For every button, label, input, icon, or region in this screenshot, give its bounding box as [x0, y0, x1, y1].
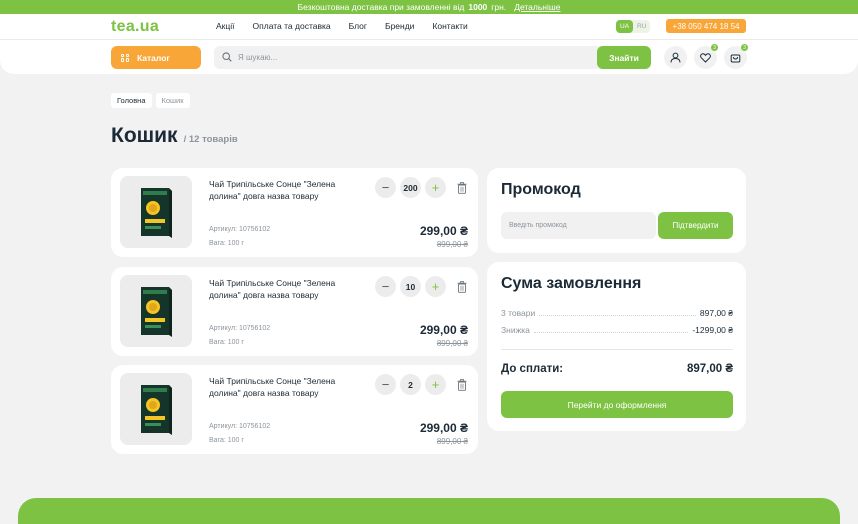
quantity-stepper: − 200 + [375, 177, 446, 198]
product-name[interactable]: Чай Трипільське Сонце "Зелена долина" до… [209, 277, 359, 301]
breadcrumb-home[interactable]: Головна [111, 93, 152, 108]
promo-code-card: Промокод Підтвердити [487, 168, 746, 253]
product-price: 299,00 ₴ [419, 323, 468, 337]
nav-item-brands[interactable]: Бренди [385, 21, 414, 31]
checkout-button[interactable]: Перейти до оформлення [501, 391, 733, 418]
tea-box-image [141, 385, 172, 435]
summary-row-label: Знижка [501, 325, 530, 335]
quantity-stepper: − 2 + [375, 374, 446, 395]
cart-button[interactable]: 3 [724, 44, 748, 69]
increase-button[interactable]: + [425, 177, 446, 198]
summary-row-value: -1299,00 ₴ [692, 325, 733, 335]
account-button[interactable] [664, 46, 687, 69]
promo-code-input[interactable] [501, 212, 656, 239]
product-old-price: 899,00 ₴ [436, 339, 468, 348]
banner-currency: грн. [491, 2, 507, 12]
site-header: tea.ua Акції Оплата та доставка Блог Бре… [0, 14, 858, 74]
decrease-button[interactable]: − [375, 374, 396, 395]
nav-item-payment-delivery[interactable]: Оплата та доставка [253, 21, 331, 31]
trash-icon[interactable] [457, 281, 467, 293]
breadcrumb: Головна Кошик [111, 93, 190, 108]
product-image[interactable] [120, 275, 192, 347]
dotted-leader [533, 332, 689, 333]
promo-title: Промокод [501, 181, 581, 198]
favorites-badge: 3 [711, 44, 718, 51]
catalog-button[interactable]: Каталог [111, 46, 201, 69]
product-image[interactable] [120, 373, 192, 445]
search-input[interactable] [238, 46, 578, 69]
page-title: Кошик [111, 124, 178, 147]
phone-button[interactable]: +38 050 474 18 54 [666, 19, 746, 33]
header-divider [0, 39, 858, 40]
product-name[interactable]: Чай Трипільське Сонце "Зелена долина" до… [209, 375, 359, 399]
quantity-value[interactable]: 200 [400, 177, 421, 198]
increase-button[interactable]: + [425, 276, 446, 297]
breadcrumb-current: Кошик [155, 93, 190, 108]
heart-icon [700, 52, 711, 63]
favorites-button[interactable]: 3 [694, 44, 718, 69]
product-weight: Вага: 100 г [209, 437, 244, 444]
order-summary-card: Сума замовлення 3 товари 897,00 ₴ Знижка… [487, 262, 746, 431]
search-bar: Знайти [214, 46, 651, 69]
product-old-price: 899,00 ₴ [436, 240, 468, 249]
nav-item-promotions[interactable]: Акції [216, 21, 235, 31]
cart-item: Чай Трипільське Сонце "Зелена долина" до… [111, 267, 478, 356]
catalog-label: Каталог [137, 52, 170, 63]
item-count: / 12 товарів [183, 134, 238, 145]
promo-banner: Безкоштовна доставка при замовленні від … [0, 0, 858, 14]
dotted-leader [539, 315, 696, 316]
summary-title: Сума замовлення [501, 275, 642, 292]
logo[interactable]: tea.ua [111, 18, 159, 36]
total-row: До сплати: 897,00 ₴ [501, 363, 733, 375]
page-heading: Кошик / 12 товарів [111, 124, 238, 148]
lang-ru[interactable]: RU [633, 20, 650, 33]
quantity-value[interactable]: 10 [400, 276, 421, 297]
summary-row-label: 3 товари [501, 308, 536, 318]
language-switcher: UA RU [616, 20, 651, 33]
increase-button[interactable]: + [425, 374, 446, 395]
quantity-stepper: − 10 + [375, 276, 446, 297]
product-article: Артикул: 10756102 [209, 226, 271, 233]
summary-row-items: 3 товари 897,00 ₴ [501, 308, 733, 318]
main-nav: Акції Оплата та доставка Блог Бренди Кон… [216, 21, 468, 31]
decrease-button[interactable]: − [375, 177, 396, 198]
total-label: До сплати: [501, 363, 564, 375]
product-article: Артикул: 10756102 [209, 423, 271, 430]
search-button[interactable]: Знайти [597, 46, 651, 69]
banner-amount: 1000 [468, 2, 488, 12]
quantity-value[interactable]: 2 [400, 374, 421, 395]
product-price: 299,00 ₴ [419, 224, 468, 238]
decrease-button[interactable]: − [375, 276, 396, 297]
summary-row-value: 897,00 ₴ [699, 308, 733, 318]
product-name[interactable]: Чай Трипільське Сонце "Зелена долина" до… [209, 178, 359, 202]
product-weight: Вага: 100 г [209, 240, 244, 247]
promo-confirm-button[interactable]: Підтвердити [658, 212, 733, 239]
total-value: 897,00 ₴ [686, 363, 733, 375]
trash-icon[interactable] [457, 182, 467, 194]
cart-badge: 3 [741, 44, 748, 51]
product-old-price: 899,00 ₴ [436, 437, 468, 446]
tea-box-image [141, 188, 172, 238]
product-image[interactable] [120, 176, 192, 248]
product-weight: Вага: 100 г [209, 339, 244, 346]
banner-details-link[interactable]: Детальніше [514, 2, 560, 12]
cart-item: Чай Трипільське Сонце "Зелена долина" до… [111, 168, 478, 257]
nav-item-contacts[interactable]: Контакти [432, 21, 467, 31]
cart-item: Чай Трипільське Сонце "Зелена долина" до… [111, 365, 478, 454]
lang-ua[interactable]: UA [616, 20, 634, 33]
cart-icon [730, 54, 741, 63]
user-icon [670, 52, 681, 63]
banner-text: Безкоштовна доставка при замовленні від [297, 2, 465, 12]
product-article: Артикул: 10756102 [209, 325, 271, 332]
product-price: 299,00 ₴ [419, 421, 468, 435]
trash-icon[interactable] [457, 379, 467, 391]
grid-icon [121, 53, 129, 62]
tea-box-image [141, 287, 172, 337]
search-icon [222, 52, 232, 62]
summary-divider [501, 349, 733, 350]
summary-row-discount: Знижка -1299,00 ₴ [501, 325, 733, 335]
nav-item-blog[interactable]: Блог [349, 21, 367, 31]
footer-band [18, 498, 840, 524]
